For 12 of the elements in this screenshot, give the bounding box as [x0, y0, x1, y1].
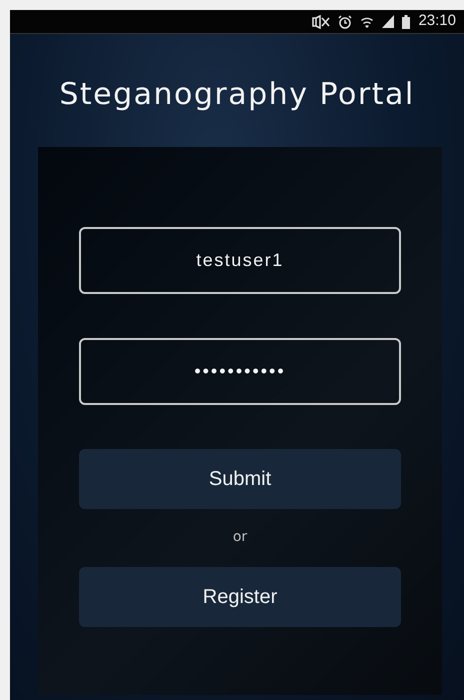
submit-button[interactable]: Submit: [79, 449, 401, 509]
or-separator: or: [232, 528, 248, 547]
wifi-icon: [360, 14, 374, 28]
alarm-icon: [338, 14, 352, 28]
mute-icon: [312, 14, 330, 28]
app-title: Steganography Portal: [58, 78, 416, 111]
username-field[interactable]: testuser1: [79, 227, 401, 294]
register-button[interactable]: Register: [79, 567, 401, 627]
signal-icon: [382, 15, 394, 28]
clock-time: 23:10: [418, 11, 456, 32]
password-field[interactable]: •••••••••••: [79, 338, 401, 405]
battery-icon: [402, 14, 410, 28]
